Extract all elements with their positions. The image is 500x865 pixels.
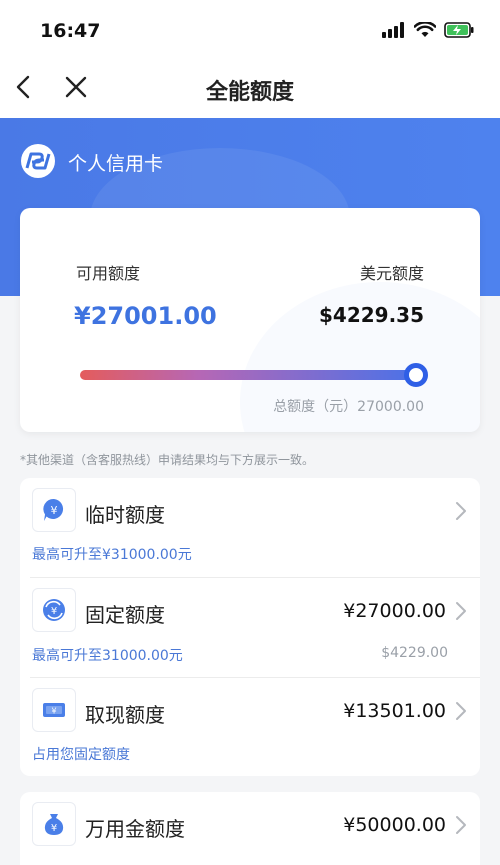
status-icons <box>382 22 474 38</box>
cellular-signal-icon <box>382 22 404 38</box>
list-item-title: 固定额度 <box>85 603 165 627</box>
limit-summary-card: 可用额度 美元额度 ¥27001.00 $4229.35 总额度（元）27000… <box>20 208 480 432</box>
battery-charging-icon <box>444 22 474 38</box>
chevron-right-icon <box>456 702 466 720</box>
svg-text:¥: ¥ <box>51 707 56 716</box>
list-item-amount: ¥27000.00 <box>343 600 446 622</box>
list-item-subtitle: 最高可升至31000.00元 <box>32 648 183 664</box>
svg-text:¥: ¥ <box>51 504 58 517</box>
available-limit-amount: ¥27001.00 <box>74 302 217 330</box>
status-time: 16:47 <box>40 20 101 42</box>
list-item-fixed-limit[interactable]: ¥ 固定额度 ¥27000.00 最高可升至31000.00元 $4229.00 <box>20 578 480 678</box>
chevron-right-icon <box>456 602 466 620</box>
chevron-right-icon <box>456 502 466 520</box>
notice-text: *其他渠道（含客服热线）申请结果均与下方展示一致。 <box>20 453 315 467</box>
wanyongjin-limit-icon: ¥ <box>32 802 76 846</box>
list-item-title: 取现额度 <box>85 703 165 727</box>
usd-limit-label: 美元额度 <box>359 264 424 283</box>
page-title: 全能额度 <box>205 80 294 105</box>
total-limit-text: 总额度（元）27000.00 <box>273 399 424 415</box>
svg-text:¥: ¥ <box>51 606 57 617</box>
available-limit-label: 可用额度 <box>76 264 141 283</box>
bank-logo-icon <box>21 144 55 178</box>
list-item-subtitle: 占用您固定额度 <box>32 747 130 763</box>
limit-progress-handle <box>404 363 428 387</box>
list-item-subtitle: 最高可升至¥31000.00元 <box>32 547 192 563</box>
cash-limit-icon: ¥ <box>32 688 76 732</box>
list-item-usd-amount: $4229.00 <box>381 645 448 661</box>
fixed-limit-icon: ¥ <box>32 588 76 632</box>
usd-limit-amount: $4229.35 <box>318 303 424 327</box>
card-type-label: 个人信用卡 <box>68 153 164 175</box>
chevron-right-icon <box>456 816 466 834</box>
list-item-temporary-limit[interactable]: ¥ 临时额度 最高可升至¥31000.00元 <box>20 478 480 578</box>
limit-list-card: ¥ 临时额度 最高可升至¥31000.00元 ¥ 固定额度 ¥27000.00 … <box>20 478 480 776</box>
temporary-limit-icon: ¥ <box>32 488 76 532</box>
svg-text:¥: ¥ <box>51 823 57 834</box>
list-item-wanyongjin-limit[interactable]: ¥ 万用金额度 ¥50000.00 <box>20 792 480 865</box>
list-item-title: 临时额度 <box>85 503 165 527</box>
list-item-amount: ¥13501.00 <box>343 700 446 722</box>
list-item-title: 万用金额度 <box>85 817 185 841</box>
list-item-cash-limit[interactable]: ¥ 取现额度 ¥13501.00 占用您固定额度 <box>20 678 480 778</box>
nav-bar: 全能额度 <box>0 64 500 118</box>
status-bar: 16:47 <box>0 0 500 64</box>
limit-progress-bar <box>80 370 418 380</box>
list-item-amount: ¥50000.00 <box>343 814 446 836</box>
wifi-icon <box>414 22 436 37</box>
